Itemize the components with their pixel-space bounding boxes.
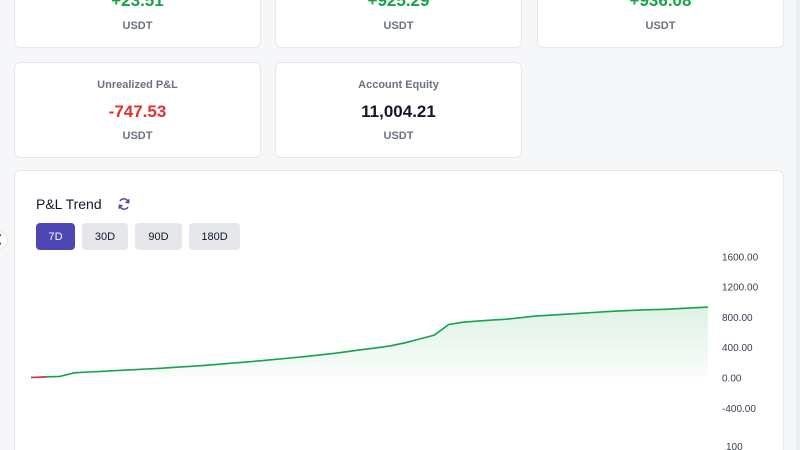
range-30d-button[interactable]: 30D (82, 223, 128, 250)
y-tick-label: 1600.00 (722, 252, 759, 263)
unrealized-pnl-unit: USDT (122, 130, 153, 142)
account-equity-unit: USDT (383, 130, 414, 142)
range-180d-button[interactable]: 180D (189, 223, 240, 250)
summary-card-unit: USDT (645, 20, 676, 32)
unrealized-pnl-label: Unrealized P&L (97, 79, 178, 91)
refresh-icon[interactable] (117, 197, 131, 211)
summary-card-unit: USDT (122, 20, 153, 32)
series-area (31, 307, 708, 378)
secondary-axis-tick-label: 100 (726, 442, 743, 450)
summary-card-value: +23.51 (111, 0, 164, 10)
summary-card-value: +936.08 (629, 0, 692, 10)
summary-card-value: +925.29 (367, 0, 430, 10)
y-tick-label: -400.00 (722, 404, 756, 415)
y-tick-label: 800.00 (722, 313, 753, 324)
account-equity-label: Account Equity (358, 79, 439, 91)
y-tick-label: 400.00 (722, 343, 753, 354)
chevron-left-icon[interactable]: ❮ (0, 231, 8, 249)
range-7d-button[interactable]: 7D (36, 223, 75, 250)
summary-card-2: +925.29 USDT (275, 0, 522, 48)
summary-card-3: +936.08 USDT (537, 0, 784, 48)
series-start-segment (30, 376, 46, 379)
account-equity-value: 11,004.21 (361, 102, 436, 121)
y-tick-label: 1200.00 (722, 283, 759, 294)
pnl-trend-chart: 1600.00 1200.00 800.00 400.00 0.00 -400.00 10… (30, 252, 759, 450)
unrealized-pnl-card: Unrealized P&L -747.53 USDT (14, 62, 261, 158)
summary-card-unit: USDT (383, 20, 414, 32)
summary-card-1: +23.51 USDT (14, 0, 261, 48)
unrealized-pnl-value: -747.53 (108, 102, 167, 121)
account-equity-card: Account Equity 11,004.21 USDT (275, 62, 522, 158)
y-tick-label: 0.00 (722, 374, 742, 385)
pnl-trend-title: P&L Trend (36, 196, 102, 212)
range-90d-button[interactable]: 90D (135, 223, 182, 250)
